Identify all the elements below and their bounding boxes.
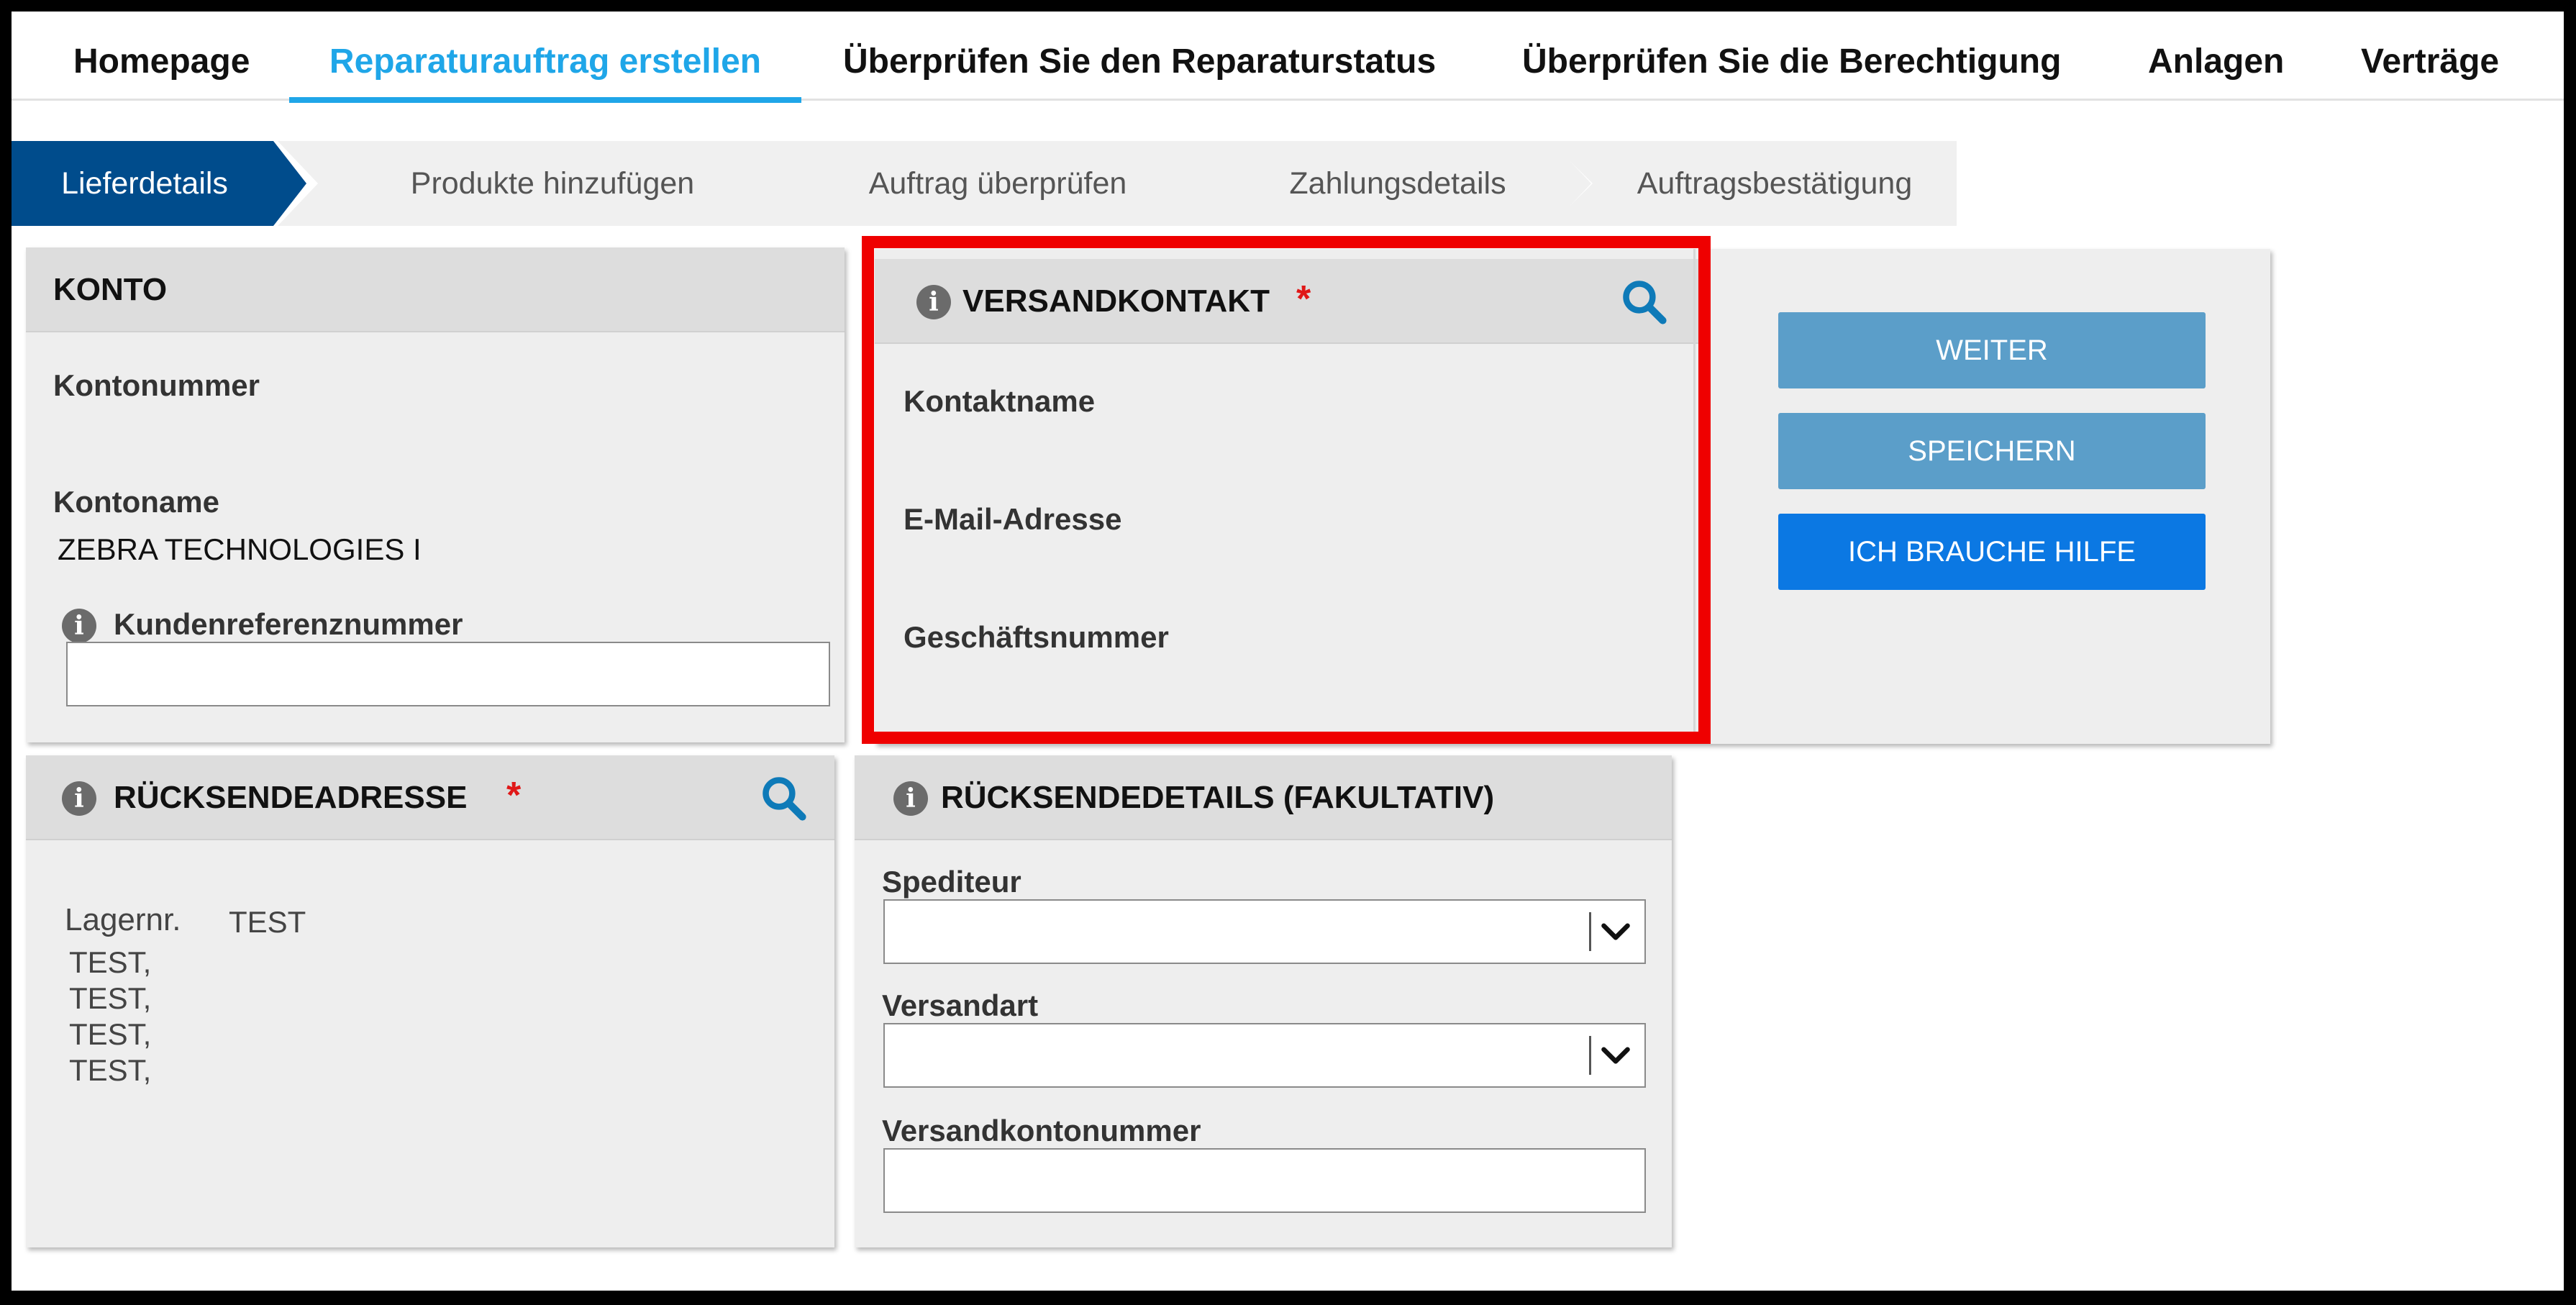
required-marker: * — [1296, 278, 1311, 320]
step-add-products[interactable]: Produkte hinzufügen — [278, 141, 791, 226]
shipping-contact-header: i VERSANDKONTAKT * — [875, 259, 1709, 344]
app-window: Homepage Reparaturauftrag erstellen Über… — [12, 12, 2564, 1291]
info-icon[interactable]: i — [893, 781, 928, 816]
active-tab-indicator — [289, 97, 801, 103]
return-details-panel: i RÜCKSENDEDETAILS (FAKULTATIV) Spediteu… — [855, 755, 1672, 1247]
speichern-button[interactable]: SPEICHERN — [1778, 413, 2206, 489]
info-icon[interactable]: i — [916, 285, 951, 319]
chevron-down-icon — [1601, 1047, 1630, 1064]
customer-reference-label: Kundenreferenznummer — [114, 607, 463, 641]
nav-check-eligibility[interactable]: Überprüfen Sie die Berechtigung — [1522, 12, 2061, 101]
nav-homepage[interactable]: Homepage — [73, 12, 250, 101]
step-delivery-details[interactable]: Lieferdetails — [12, 141, 306, 226]
address-line: TEST, — [69, 981, 152, 1015]
account-number-label: Kontonummer — [53, 368, 260, 402]
chevron-down-icon — [1601, 923, 1630, 940]
required-marker: * — [506, 775, 522, 817]
step-review-order[interactable]: Auftrag überprüfen — [750, 141, 1210, 226]
search-icon[interactable] — [1620, 278, 1669, 327]
carrier-select[interactable] — [883, 899, 1646, 964]
nav-repair-status[interactable]: Überprüfen Sie den Reparaturstatus — [843, 12, 1436, 101]
info-icon[interactable]: i — [62, 781, 96, 816]
return-details-title: RÜCKSENDEDETAILS (FAKULTATIV) — [941, 780, 1495, 815]
info-icon[interactable]: i — [62, 609, 96, 643]
shipping-method-label: Versandart — [882, 988, 1039, 1022]
shipping-account-label: Versandkontonummer — [882, 1114, 1201, 1147]
carrier-label: Spediteur — [882, 865, 1021, 899]
contact-name-label: Kontaktname — [904, 384, 1096, 418]
search-icon[interactable] — [760, 774, 809, 823]
nav-label: Reparaturauftrag erstellen — [329, 42, 762, 81]
address-line: TEST, — [69, 1053, 152, 1087]
nav-contracts[interactable]: Verträge — [2361, 12, 2499, 101]
weiter-button[interactable]: WEITER — [1778, 312, 2206, 388]
shipping-contact-title: VERSANDKONTAKT — [962, 283, 1270, 319]
need-help-button[interactable]: ICH BRAUCHE HILFE — [1778, 514, 2206, 590]
top-navigation: Homepage Reparaturauftrag erstellen Über… — [12, 12, 2564, 103]
nav-assets[interactable]: Anlagen — [2148, 12, 2284, 101]
checkout-steps: Auftragsbestätigung Zahlungsdetails Auft… — [12, 141, 1957, 226]
shipping-account-input[interactable] — [883, 1148, 1646, 1213]
account-panel-title: KONTO — [53, 272, 168, 307]
account-panel: KONTO Kontonummer Kontoname ZEBRA TECHNO… — [26, 247, 845, 742]
return-address-title: RÜCKSENDEADRESSE — [114, 780, 468, 815]
return-address-header: i RÜCKSENDEADRESSE * — [26, 755, 834, 840]
select-divider — [1589, 912, 1591, 951]
business-phone-label: Geschäftsnummer — [904, 620, 1169, 654]
step-payment-details[interactable]: Zahlungsdetails — [1168, 141, 1591, 226]
address-line: TEST, — [69, 945, 152, 979]
customer-reference-input[interactable] — [66, 642, 830, 706]
address-line: TEST, — [69, 1017, 152, 1051]
email-label: E-Mail-Adresse — [904, 502, 1122, 536]
step-order-confirmation[interactable]: Auftragsbestätigung — [1549, 141, 1957, 226]
return-details-header: i RÜCKSENDEDETAILS (FAKULTATIV) — [855, 755, 1672, 840]
account-name-value: ZEBRA TECHNOLOGIES I — [58, 532, 422, 566]
panel-divider — [1693, 249, 1696, 744]
shipping-method-select[interactable] — [883, 1023, 1646, 1088]
shipping-contact-panel: i VERSANDKONTAKT * Kontaktname E-Mail-Ad… — [875, 249, 2270, 744]
account-panel-header: KONTO — [26, 247, 845, 332]
return-address-panel: i RÜCKSENDEADRESSE * Lagernr. TEST TEST,… — [26, 755, 834, 1247]
nav-create-repair-order[interactable]: Reparaturauftrag erstellen — [289, 12, 801, 103]
warehouse-value: TEST — [229, 905, 306, 939]
warehouse-label: Lagernr. — [65, 902, 181, 937]
select-divider — [1589, 1036, 1591, 1075]
account-name-label: Kontoname — [53, 485, 219, 519]
